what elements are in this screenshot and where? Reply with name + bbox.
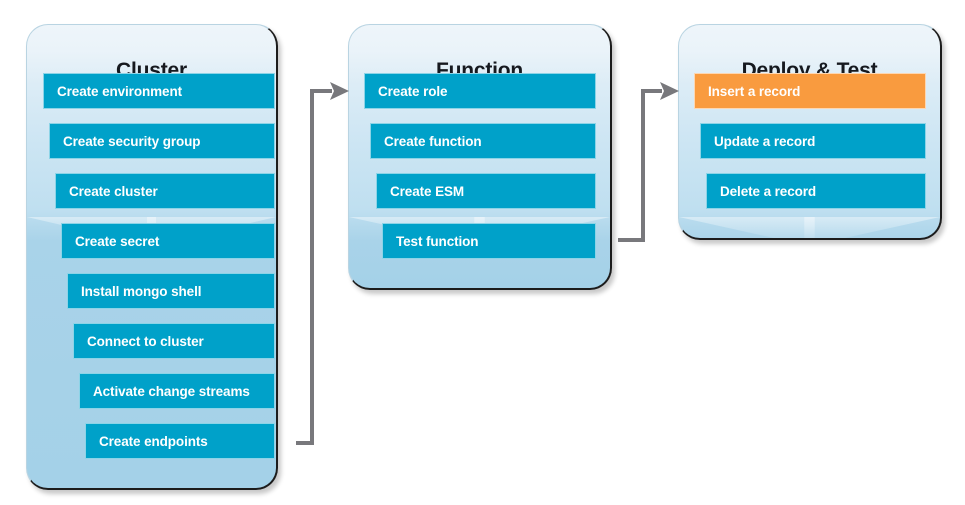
step-label: Create security group bbox=[63, 134, 201, 149]
panel-gradient-chevron bbox=[679, 217, 940, 238]
step-label: Create environment bbox=[57, 84, 182, 99]
step-activate-change-streams[interactable]: Activate change streams bbox=[79, 373, 275, 409]
step-label: Insert a record bbox=[708, 84, 801, 99]
step-connect-to-cluster[interactable]: Connect to cluster bbox=[73, 323, 275, 359]
step-insert-a-record[interactable]: Insert a record bbox=[694, 73, 926, 109]
step-test-function[interactable]: Test function bbox=[382, 223, 596, 259]
step-install-mongo-shell[interactable]: Install mongo shell bbox=[67, 273, 275, 309]
step-create-environment[interactable]: Create environment bbox=[43, 73, 275, 109]
step-create-role[interactable]: Create role bbox=[364, 73, 596, 109]
step-update-a-record[interactable]: Update a record bbox=[700, 123, 926, 159]
arrowhead-icon bbox=[330, 82, 349, 100]
step-label: Connect to cluster bbox=[87, 334, 204, 349]
step-label: Create cluster bbox=[69, 184, 158, 199]
step-label: Create role bbox=[378, 84, 448, 99]
step-create-esm[interactable]: Create ESM bbox=[376, 173, 596, 209]
arrowhead-icon bbox=[660, 82, 679, 100]
step-label: Create ESM bbox=[390, 184, 465, 199]
step-create-security-group[interactable]: Create security group bbox=[49, 123, 275, 159]
step-create-secret[interactable]: Create secret bbox=[61, 223, 275, 259]
step-label: Create function bbox=[384, 134, 482, 149]
step-label: Create secret bbox=[75, 234, 160, 249]
step-label: Create endpoints bbox=[99, 434, 208, 449]
step-create-function[interactable]: Create function bbox=[370, 123, 596, 159]
step-delete-a-record[interactable]: Delete a record bbox=[706, 173, 926, 209]
workflow-diagram: Cluster Create environment Create securi… bbox=[0, 0, 965, 505]
step-label: Activate change streams bbox=[93, 384, 250, 399]
step-label: Delete a record bbox=[720, 184, 817, 199]
step-label: Install mongo shell bbox=[81, 284, 202, 299]
step-label: Test function bbox=[396, 234, 479, 249]
step-create-cluster[interactable]: Create cluster bbox=[55, 173, 275, 209]
step-create-endpoints[interactable]: Create endpoints bbox=[85, 423, 275, 459]
step-label: Update a record bbox=[714, 134, 816, 149]
